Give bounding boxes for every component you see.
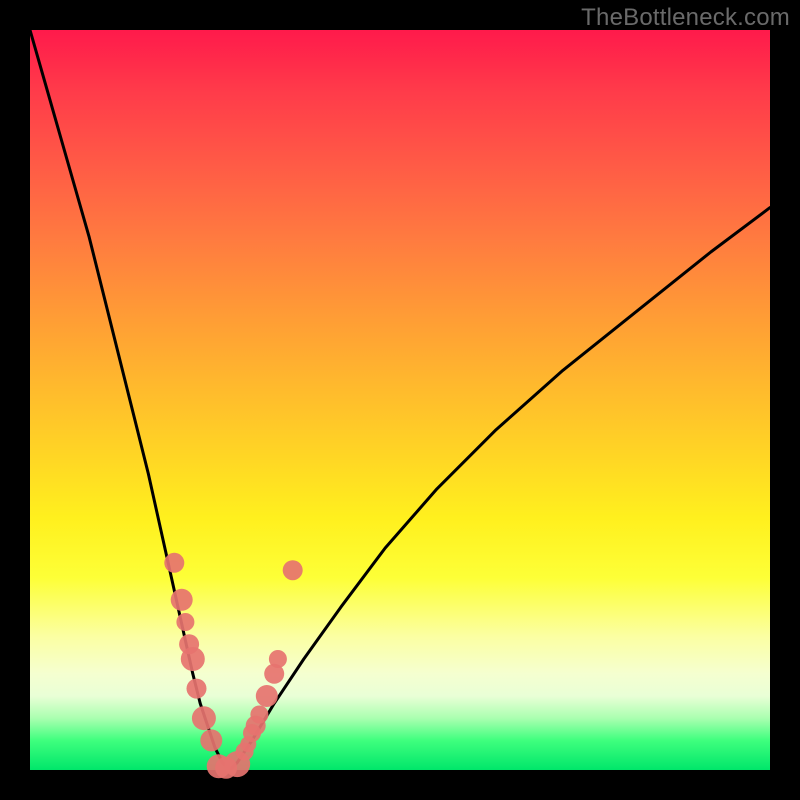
- marker-cluster: [164, 553, 302, 779]
- marker-point: [164, 553, 184, 573]
- marker-point: [181, 647, 205, 671]
- bottleneck-curve: [30, 30, 770, 770]
- marker-point: [171, 589, 193, 611]
- marker-point: [176, 613, 194, 631]
- marker-point: [256, 685, 278, 707]
- marker-point: [283, 560, 303, 580]
- marker-point: [192, 706, 216, 730]
- chart-overlay-svg: [0, 0, 800, 800]
- marker-point: [269, 650, 287, 668]
- marker-point: [250, 706, 268, 724]
- bottleneck-curve-path: [30, 30, 770, 770]
- marker-point: [200, 729, 222, 751]
- chart-frame: TheBottleneck.com: [0, 0, 800, 800]
- marker-point: [187, 679, 207, 699]
